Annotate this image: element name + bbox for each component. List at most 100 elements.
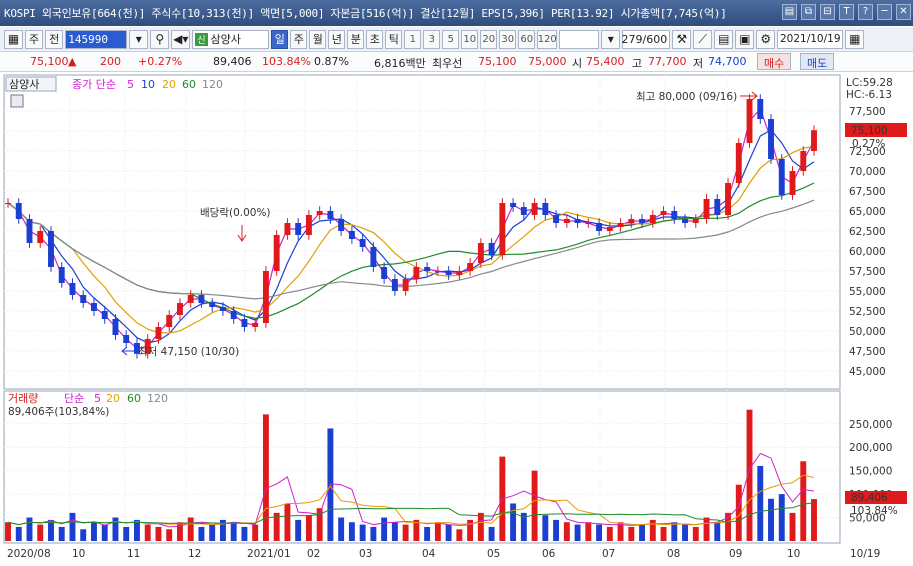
candle-body <box>316 211 323 215</box>
date-input[interactable]: 2021/10/19 <box>777 29 844 49</box>
help-icon[interactable]: ? <box>858 4 873 20</box>
interval-120[interactable]: 120 <box>537 29 558 49</box>
candle-body <box>348 231 355 239</box>
candle-body <box>230 311 237 319</box>
restore-icon[interactable]: ⧉ <box>801 4 816 20</box>
candle-body <box>606 227 613 231</box>
interval-60[interactable]: 60 <box>518 29 536 49</box>
candle-body <box>768 119 774 159</box>
close-icon[interactable]: ✕ <box>896 4 911 20</box>
volume-bar <box>553 519 560 541</box>
volume-bar <box>639 524 646 541</box>
window-title: KOSPI 외국인보유[664(천)] 주식수[10,313(천)] 액면[5,… <box>4 7 727 20</box>
interval-3[interactable]: 3 <box>423 29 441 49</box>
stock-code-input[interactable]: 145990 <box>65 29 128 49</box>
market-select[interactable]: 주 <box>25 29 44 49</box>
period-month[interactable]: 월 <box>309 29 327 49</box>
period-year[interactable]: 년 <box>328 29 346 49</box>
table-toggle-icon[interactable] <box>10 94 24 108</box>
candle-body <box>80 295 87 303</box>
interval-5[interactable]: 5 <box>442 29 460 49</box>
hc-label: HC:-6.13 <box>846 89 892 101</box>
candle-body <box>176 303 183 315</box>
volume-bar <box>295 519 302 541</box>
up-arrow-icon: ▲ <box>68 55 77 68</box>
prev-button[interactable]: 전 <box>45 29 64 49</box>
search-icon[interactable]: ⚲ <box>150 29 170 49</box>
candle-body <box>596 223 603 231</box>
vma20-legend: 20 <box>106 392 120 405</box>
candle-body <box>219 307 226 311</box>
grid-icon[interactable]: ▦ <box>4 29 23 49</box>
interval-10[interactable]: 10 <box>461 29 479 49</box>
candle-body <box>617 223 624 227</box>
volume-bar <box>48 519 54 541</box>
current-price-label: 75,100 <box>851 125 888 137</box>
tile-icon[interactable]: ⊟ <box>820 4 835 20</box>
minimize-icon[interactable]: ─ <box>877 4 892 20</box>
gear-icon[interactable]: ⚙ <box>756 29 776 49</box>
volume-bar <box>531 470 538 541</box>
volume-bar <box>488 526 495 541</box>
candle-body <box>639 219 646 223</box>
volume-bar <box>434 522 441 541</box>
period-day[interactable]: 일 <box>271 29 289 49</box>
save-icon[interactable]: ▣ <box>735 29 755 49</box>
price-legend-label: 종가 단순 <box>72 78 116 91</box>
period-minute[interactable]: 분 <box>347 29 365 49</box>
volume-tick-label: 250,000 <box>849 419 892 431</box>
price-volume-chart[interactable]: 77,50075,00072,50070,00067,50065,00062,5… <box>0 73 913 566</box>
font-icon[interactable]: T <box>839 4 854 20</box>
price-tick-label: 57,500 <box>849 266 886 278</box>
dropdown-icon[interactable]: ▾ <box>601 29 621 49</box>
indicator-icon[interactable]: ⟋ <box>693 29 713 49</box>
volume-bar <box>305 515 312 541</box>
period-second[interactable]: 초 <box>366 29 384 49</box>
tools-icon[interactable]: ⚒ <box>672 29 692 49</box>
period-week[interactable]: 주 <box>290 29 308 49</box>
candle-body <box>69 283 76 295</box>
chart-area[interactable]: 77,50075,00072,50070,00067,50065,00062,5… <box>0 73 913 566</box>
lc-label: LC:59.28 <box>846 77 893 89</box>
volume-bar <box>262 414 269 541</box>
stock-name: 삼양사 <box>210 33 241 46</box>
data-count-input[interactable]: 279/600 <box>622 29 671 49</box>
calendar-icon[interactable]: ▦ <box>845 29 865 49</box>
table-icon[interactable]: ▤ <box>714 29 734 49</box>
candle-body <box>714 199 721 215</box>
candle-body <box>252 323 259 327</box>
sound-icon[interactable]: ◀▾ <box>171 29 191 49</box>
trade-amount: 6,816백만 <box>374 57 426 70</box>
candle-body <box>273 235 280 271</box>
sell-button[interactable]: 매도 <box>800 53 835 70</box>
volume-bar <box>5 522 11 541</box>
candle-body <box>413 267 420 279</box>
volume-bar <box>628 526 635 541</box>
volume-bar <box>574 524 581 541</box>
volume-bar <box>198 526 205 541</box>
candle-body <box>692 219 699 223</box>
window-controls: ▤ ⧉ ⊟ T ? ─ ✕ <box>782 4 911 20</box>
price-tick-label: 62,500 <box>849 226 886 238</box>
list-icon[interactable]: ▤ <box>782 4 797 20</box>
candle-body <box>58 267 65 283</box>
candle-body <box>187 295 194 303</box>
volume-bar <box>134 519 140 541</box>
low-price: 74,700 <box>708 55 747 68</box>
interval-20[interactable]: 20 <box>480 29 498 49</box>
volume-bar <box>811 499 817 541</box>
dropdown-icon[interactable]: ▾ <box>129 29 149 49</box>
period-tick[interactable]: 틱 <box>385 29 403 49</box>
high-price: 77,700 <box>648 55 687 68</box>
candle-body <box>499 203 506 255</box>
interval-30[interactable]: 30 <box>499 29 517 49</box>
time-tick-label: 07 <box>602 548 615 560</box>
buy-button[interactable]: 매수 <box>757 53 792 70</box>
interval-custom-input[interactable] <box>559 29 600 49</box>
turnover-rate: 0.87% <box>314 55 349 68</box>
volume-tick-label: 200,000 <box>849 442 892 454</box>
candle-body <box>778 159 785 195</box>
interval-1[interactable]: 1 <box>404 29 422 49</box>
candle-body <box>198 295 205 303</box>
price-tick-label: 52,500 <box>849 306 886 318</box>
